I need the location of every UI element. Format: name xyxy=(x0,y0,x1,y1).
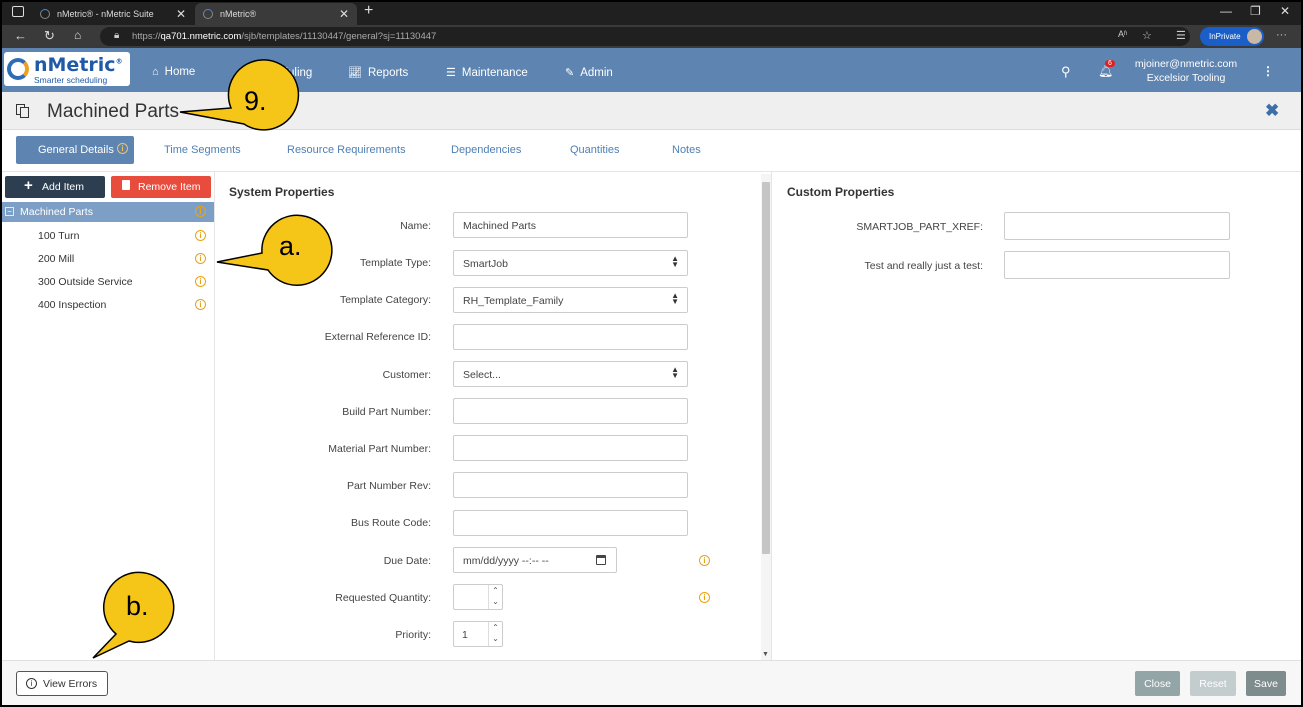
callout-shape xyxy=(92,571,175,659)
callout-label: b. xyxy=(126,591,149,621)
